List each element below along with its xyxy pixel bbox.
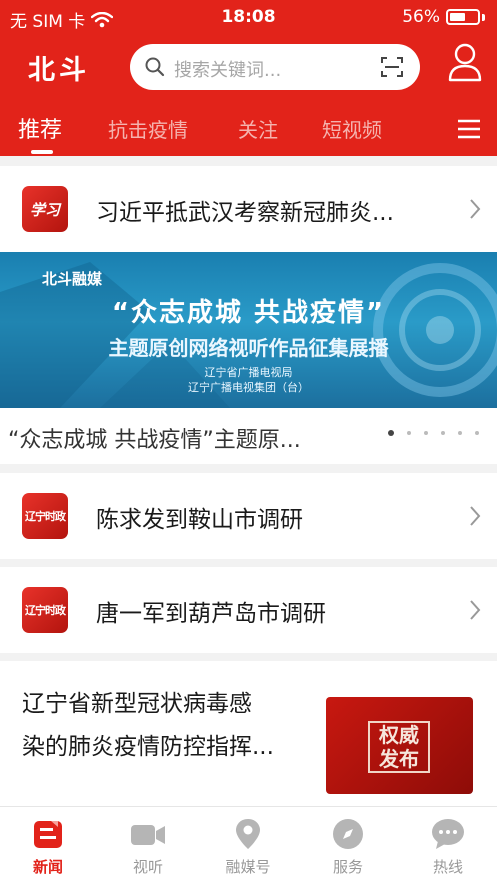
banner-org-2: 辽宁广播电视集团（台） xyxy=(188,381,309,394)
chevron-right-icon xyxy=(470,600,481,620)
carousel-dots xyxy=(388,430,479,436)
location-pin-icon xyxy=(236,819,260,849)
chat-bubble-icon xyxy=(432,819,464,849)
tab-follow[interactable]: 关注 xyxy=(238,114,278,143)
news-icon xyxy=(34,821,62,848)
battery-fill xyxy=(450,13,465,21)
news-item[interactable]: 辽宁省新型冠状病毒感 染的肺炎疫情防控指挥... 权威 发布 xyxy=(0,661,497,806)
liaoning-shizheng-logo: 辽宁时政 xyxy=(22,493,68,539)
banner-image[interactable]: 北斗融媒 “众志成城 共战疫情” 主题原创网络视听作品征集展播 辽宁省广播电视局… xyxy=(0,252,497,408)
user-profile-icon[interactable] xyxy=(447,42,483,82)
list-item-title[interactable]: 唐一军到葫芦岛市调研 xyxy=(96,594,326,628)
list-item-title[interactable]: 习近平抵武汉考察新冠肺炎... xyxy=(96,193,394,227)
tabbar-video[interactable]: 视听 xyxy=(108,817,188,877)
tab-short-video[interactable]: 短视频 xyxy=(322,114,382,143)
active-tab-indicator xyxy=(31,150,53,154)
news-thumbnail[interactable]: 权威 发布 xyxy=(326,697,473,794)
search-icon xyxy=(145,57,165,77)
list-item-title[interactable]: 陈求发到鞍山市调研 xyxy=(96,500,303,534)
app-bar: 北斗 搜索关键词... xyxy=(0,38,497,96)
search-input[interactable]: 搜索关键词... xyxy=(174,56,281,82)
banner-brand: 北斗融媒 xyxy=(42,270,103,288)
chevron-right-icon xyxy=(470,506,481,526)
list-item[interactable]: 学习 习近平抵武汉考察新冠肺炎... xyxy=(0,166,497,252)
thumbnail-text-2: 发布 xyxy=(379,747,419,771)
tabbar-label: 热线 xyxy=(432,858,463,876)
bottom-tab-bar: 新闻 视听 融媒号 服务 热线 xyxy=(0,806,497,883)
news-title-line-1: 辽宁省新型冠状病毒感 xyxy=(22,691,252,717)
battery-icon xyxy=(446,9,480,25)
tab-fight-epidemic[interactable]: 抗击疫情 xyxy=(108,114,188,143)
thumbnail-emblem: 权威 发布 xyxy=(368,721,430,773)
tabbar-hotline[interactable]: 热线 xyxy=(408,817,488,877)
chevron-right-icon xyxy=(470,199,481,219)
scan-icon[interactable] xyxy=(380,55,404,79)
liaoning-shizheng-logo: 辽宁时政 xyxy=(22,587,68,633)
channel-tabs: 推荐 抗击疫情 关注 短视频 xyxy=(0,106,497,156)
menu-icon[interactable] xyxy=(457,118,481,140)
app-header: 无 SIM 卡 18:08 56% 北斗 搜索关键词... 推荐 抗击疫情 关注… xyxy=(0,0,497,156)
tabbar-label: 新闻 xyxy=(32,858,63,876)
tabbar-label: 视听 xyxy=(132,858,163,876)
battery-tip xyxy=(482,13,485,21)
tabbar-label: 服务 xyxy=(332,858,363,876)
tab-recommend[interactable]: 推荐 xyxy=(18,112,62,144)
carousel-dot[interactable] xyxy=(407,431,411,435)
banner-org-1: 辽宁省广播电视局 xyxy=(204,366,293,379)
search-box[interactable]: 搜索关键词... xyxy=(130,44,420,90)
tabbar-news[interactable]: 新闻 xyxy=(8,817,88,877)
list-item[interactable]: 辽宁时政 陈求发到鞍山市调研 xyxy=(0,473,497,559)
carousel-dot[interactable] xyxy=(388,430,394,436)
news-feed: 学习 习近平抵武汉考察新冠肺炎... 北斗融媒 “众志成城 共战疫情” 主题原创… xyxy=(0,156,497,806)
list-item[interactable]: 辽宁时政 唐一军到葫芦岛市调研 xyxy=(0,567,497,653)
video-camera-icon xyxy=(131,825,165,845)
tabbar-service[interactable]: 服务 xyxy=(308,817,388,877)
banner-subheadline: 主题原创网络视听作品征集展播 xyxy=(108,336,389,360)
compass-icon xyxy=(333,819,363,849)
battery-percent: 56% xyxy=(402,7,440,27)
status-right: 56% xyxy=(402,7,485,27)
xuexi-logo: 学习 xyxy=(22,186,68,232)
carousel-dot[interactable] xyxy=(458,431,462,435)
status-bar: 无 SIM 卡 18:08 56% xyxy=(0,0,497,34)
thumbnail-text-1: 权威 xyxy=(379,723,419,747)
app-logo[interactable]: 北斗 xyxy=(28,48,90,87)
carousel-dot[interactable] xyxy=(441,431,445,435)
banner-carousel[interactable]: 北斗融媒 “众志成城 共战疫情” 主题原创网络视听作品征集展播 辽宁省广播电视局… xyxy=(0,252,497,464)
banner-caption[interactable]: “众志成城 共战疫情”主题原... xyxy=(8,422,301,454)
tabbar-label: 融媒号 xyxy=(225,858,271,876)
carousel-dot[interactable] xyxy=(424,431,428,435)
tabbar-media[interactable]: 融媒号 xyxy=(208,817,288,877)
news-title-line-2: 染的肺炎疫情防控指挥... xyxy=(22,734,274,760)
banner-headline: “众志成城 共战疫情” xyxy=(111,298,386,328)
news-item-title[interactable]: 辽宁省新型冠状病毒感 染的肺炎疫情防控指挥... xyxy=(22,683,312,769)
carousel-dot[interactable] xyxy=(475,431,479,435)
